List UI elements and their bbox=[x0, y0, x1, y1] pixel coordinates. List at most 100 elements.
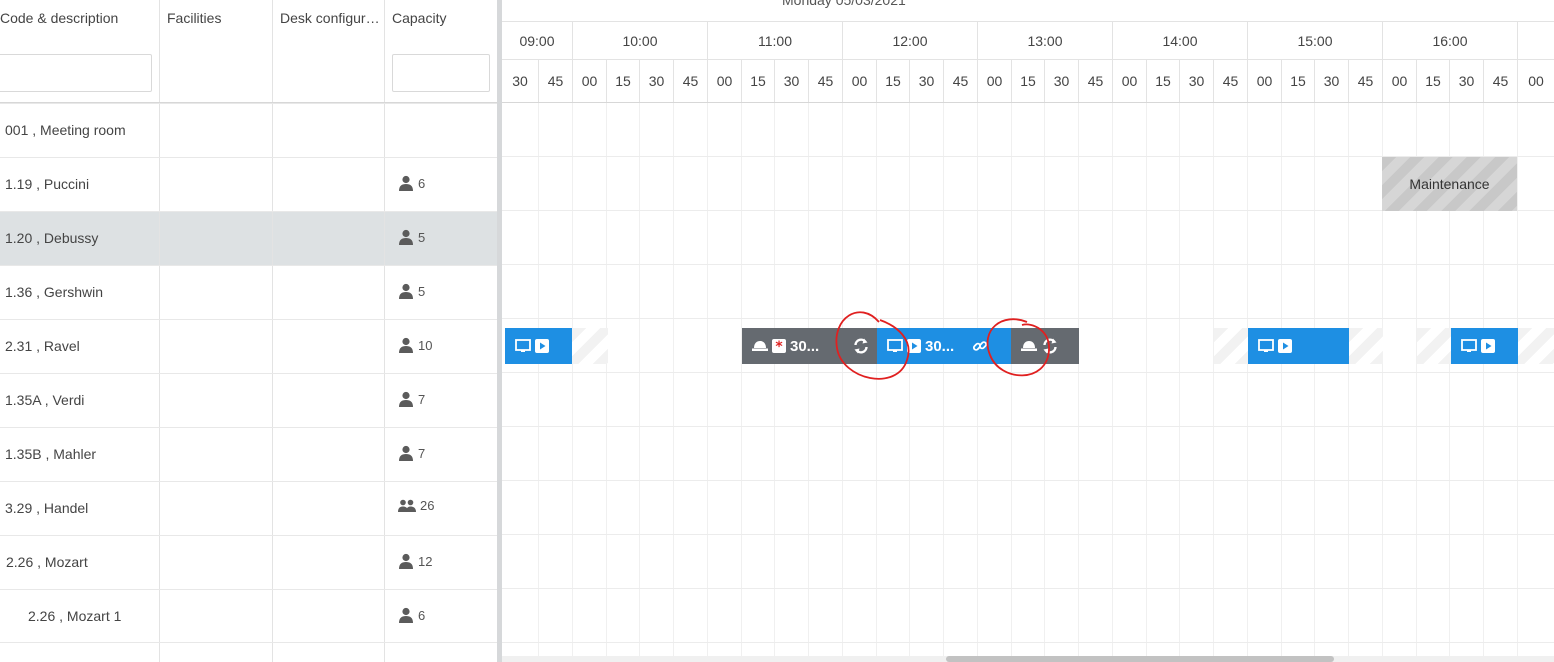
date-label: Monday 05/03/2021 bbox=[782, 0, 906, 8]
slot-label: 30 bbox=[512, 73, 528, 89]
desk-cell bbox=[273, 158, 384, 211]
booking-event[interactable] bbox=[1451, 328, 1518, 364]
capacity-filter-input[interactable] bbox=[392, 54, 490, 92]
event-title: 30... bbox=[925, 337, 955, 355]
play-icon bbox=[907, 339, 921, 353]
desk-cell bbox=[273, 266, 384, 319]
column-header-capacity[interactable]: Capacity bbox=[392, 10, 492, 26]
buffer-block bbox=[572, 328, 608, 364]
hour-label: 10:00 bbox=[572, 22, 707, 60]
facilities-cell bbox=[160, 374, 272, 427]
maintenance-label: Maintenance bbox=[1409, 176, 1490, 192]
desk-cell bbox=[273, 482, 384, 535]
date-header: Monday 05/03/2021 bbox=[502, 0, 1554, 22]
room-row[interactable]: 001 , Meeting room bbox=[0, 103, 497, 157]
booking-event[interactable] bbox=[843, 328, 877, 364]
slot-label: 00 bbox=[1112, 60, 1146, 103]
desk-cell bbox=[273, 104, 384, 157]
capacity-value: 6 bbox=[418, 176, 426, 191]
code-cell: 2.31 , Ravel bbox=[0, 320, 159, 373]
facilities-cell bbox=[160, 428, 272, 481]
hour-label bbox=[1517, 22, 1554, 60]
slot-label: 30 bbox=[774, 60, 808, 103]
booking-event[interactable]: * 30... bbox=[742, 328, 843, 364]
facilities-cell bbox=[160, 536, 272, 589]
svg-text:*: * bbox=[775, 339, 783, 353]
required-icon: * bbox=[772, 339, 786, 353]
slot-label: 00 bbox=[977, 60, 1011, 103]
slot-label: 15 bbox=[1416, 60, 1449, 103]
screen-icon bbox=[1461, 339, 1477, 353]
slot-label: 30 bbox=[639, 60, 673, 103]
slot-label: 45 bbox=[673, 60, 707, 103]
capacity-value: 5 bbox=[418, 284, 426, 299]
cleaning-icon bbox=[1021, 339, 1037, 353]
room-row[interactable]: 1.35B , Mahler 7 bbox=[0, 427, 497, 481]
code-cell: 1.35B , Mahler bbox=[0, 428, 159, 481]
link-icon bbox=[972, 338, 988, 354]
play-icon bbox=[1481, 339, 1495, 353]
booking-event[interactable] bbox=[1011, 328, 1079, 364]
booking-event[interactable]: 30... bbox=[877, 328, 1011, 364]
column-header-code[interactable]: Code & description bbox=[0, 10, 155, 26]
room-row[interactable]: 2.31 , Ravel 10 bbox=[0, 319, 497, 373]
capacity-cell: 5 bbox=[385, 212, 497, 265]
column-header-desk-configuration[interactable]: Desk configurat... bbox=[280, 10, 383, 26]
room-row[interactable]: 2.26 , Mozart 12 bbox=[0, 535, 497, 589]
scrollbar-thumb[interactable] bbox=[946, 656, 1334, 662]
facilities-cell bbox=[160, 158, 272, 211]
desk-cell bbox=[273, 590, 384, 643]
hour-label: 14:00 bbox=[1112, 22, 1247, 60]
capacity-value: 10 bbox=[418, 338, 433, 353]
booking-event[interactable] bbox=[1248, 328, 1349, 364]
slot-label: 45 bbox=[1213, 60, 1247, 103]
slot-label: 00 bbox=[1382, 60, 1416, 103]
desk-cell bbox=[273, 536, 384, 589]
slot-label: 45 bbox=[1348, 60, 1382, 103]
capacity-value: 6 bbox=[418, 608, 426, 623]
code-cell: 2.26 , Mozart 1 bbox=[0, 590, 159, 643]
slot-label: 00 bbox=[842, 60, 876, 103]
column-header-facilities[interactable]: Facilities bbox=[167, 10, 267, 26]
room-row[interactable]: 1.35A , Verdi 7 bbox=[0, 373, 497, 427]
screen-icon bbox=[887, 339, 903, 353]
room-row[interactable]: 2.26 , Mozart 1 6 bbox=[0, 589, 497, 643]
booking-event[interactable] bbox=[505, 328, 572, 364]
room-list-pane: Code & description Facilities Desk confi… bbox=[0, 0, 497, 662]
desk-cell bbox=[273, 428, 384, 481]
horizontal-scrollbar[interactable] bbox=[502, 656, 1554, 662]
person-icon bbox=[399, 553, 413, 569]
room-row[interactable]: 1.19 , Puccini 6 bbox=[0, 157, 497, 211]
hour-label: 15:00 bbox=[1247, 22, 1382, 60]
code-cell: 1.36 , Gershwin bbox=[0, 266, 159, 319]
room-row[interactable]: 1.36 , Gershwin 5 bbox=[0, 265, 497, 319]
code-cell: 1.20 , Debussy bbox=[0, 212, 159, 265]
capacity-value: 5 bbox=[418, 230, 426, 245]
person-icon bbox=[399, 175, 413, 191]
slot-label: 30 bbox=[1044, 60, 1078, 103]
code-cell: 2.26 , Mozart bbox=[0, 536, 159, 589]
desk-cell bbox=[273, 212, 384, 265]
room-row[interactable]: 1.20 , Debussy 5 bbox=[0, 211, 497, 265]
slot-label: 00 bbox=[707, 60, 741, 103]
recurring-icon bbox=[1041, 337, 1059, 355]
cleaning-icon bbox=[752, 339, 768, 353]
maintenance-block[interactable]: Maintenance bbox=[1382, 157, 1517, 211]
capacity-value: 12 bbox=[418, 554, 433, 569]
slot-label: 15 bbox=[1011, 60, 1044, 103]
code-filter-input[interactable] bbox=[0, 54, 152, 92]
room-code: 1.36 , Gershwin bbox=[5, 284, 104, 300]
capacity-value: 7 bbox=[418, 446, 426, 461]
person-icon bbox=[399, 283, 413, 299]
capacity-cell: 7 bbox=[385, 428, 497, 481]
hour-label: 13:00 bbox=[977, 22, 1112, 60]
room-row[interactable]: 3.29 , Handel 26 bbox=[0, 481, 497, 535]
facilities-cell bbox=[160, 590, 272, 643]
capacity-cell: 12 bbox=[385, 536, 497, 589]
hour-label: 16:00 bbox=[1382, 22, 1517, 60]
room-code: 1.35A , Verdi bbox=[5, 392, 85, 408]
room-code: 1.35B , Mahler bbox=[5, 446, 97, 462]
screen-icon bbox=[515, 339, 531, 353]
room-code: 2.31 , Ravel bbox=[5, 338, 80, 354]
buffer-block bbox=[1214, 328, 1248, 364]
